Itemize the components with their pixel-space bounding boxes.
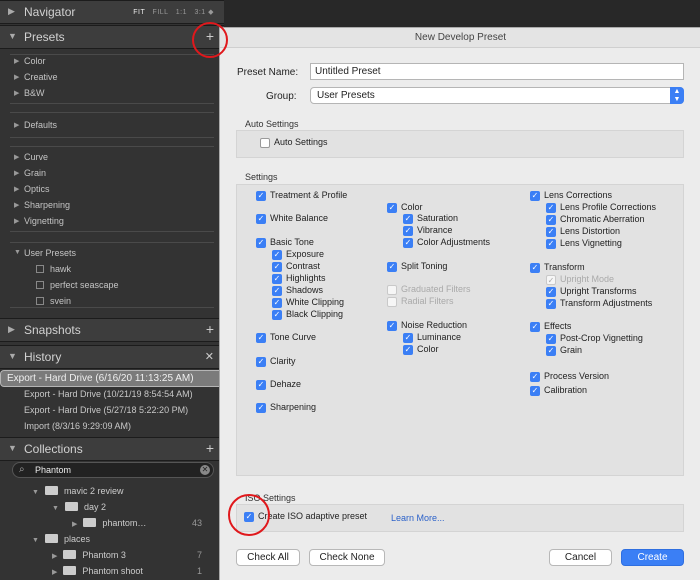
annotation-circle (192, 22, 228, 58)
collection-icon (83, 518, 97, 527)
collection-set-icon (44, 534, 58, 543)
navigator-header[interactable]: ▶ Navigator FIT FILL 1:1 3:1 ◆ (0, 0, 224, 24)
search-icon: ⌕ (19, 464, 25, 475)
chevron-updown-icon: ▲ ▼ (670, 87, 684, 104)
zoom-fit[interactable]: FIT (133, 9, 145, 16)
preset-folder-optics[interactable]: ▶ Optics (14, 184, 50, 194)
preset-folder-creative[interactable]: ▶ Creative (14, 72, 58, 82)
collection-set-icon (64, 502, 78, 511)
preset-folder-sharpening[interactable]: ▶ Sharpening (14, 200, 70, 210)
collapse-triangle-icon: ▶ (8, 324, 15, 334)
dialog-title: New Develop Preset (220, 28, 700, 48)
collection-set-icon (44, 486, 58, 495)
group-label: Group: (266, 91, 297, 102)
learn-more-link[interactable]: Learn More... (391, 513, 445, 523)
presets-header[interactable]: ▼ Presets + (0, 25, 224, 49)
history-title: History (24, 350, 62, 364)
collections-header[interactable]: ▼ Collections + (0, 437, 224, 461)
preset-folder-grain[interactable]: ▶ Grain (14, 168, 46, 178)
expand-triangle-icon: ▼ (8, 443, 17, 453)
history-item[interactable]: Export - Hard Drive (6/16/20 11:13:25 AM… (0, 370, 224, 387)
clear-history-icon[interactable]: ✕ (205, 350, 214, 363)
presets-list: ▶ Color ▶ Creative ▶ B&W ▶ Defaults ▶ Curve ▶… (0, 50, 224, 316)
collection-phantom[interactable]: ▶ phantom… 43 (72, 518, 202, 528)
preset-folder-vignetting[interactable]: ▶ Vignetting (14, 216, 64, 226)
preset-icon (36, 265, 44, 273)
collapse-triangle-icon: ▶ (8, 6, 15, 16)
create-button[interactable]: Create (621, 549, 684, 566)
preset-name-label: Preset Name: (237, 67, 299, 78)
group-select[interactable]: User Presets ▲ ▼ (310, 87, 684, 104)
clear-search-icon[interactable]: ✕ (200, 465, 210, 475)
preset-name-input[interactable]: Untitled Preset (310, 63, 684, 80)
zoom-1-1[interactable]: 1:1 (176, 9, 187, 16)
preset-icon (36, 281, 44, 289)
snapshots-title: Snapshots (24, 323, 81, 337)
collections-search-input[interactable]: ⌕ Phantom ✕ (12, 462, 214, 478)
collection-set-mavic-2-review[interactable]: ▼ mavic 2 review (32, 486, 123, 496)
zoom-fill[interactable]: FILL (153, 9, 169, 16)
collection-phantom-shoot[interactable]: ▶ Phantom shoot 1 (52, 566, 202, 576)
collection-set-day-2[interactable]: ▼ day 2 (52, 502, 106, 512)
collections-title: Collections (24, 442, 83, 456)
snapshots-header[interactable]: ▶ Snapshots + (0, 318, 224, 342)
check-all-button[interactable]: Check All (236, 549, 300, 566)
zoom-options: FIT FILL 1:1 3:1 ◆ (128, 8, 214, 16)
cancel-button[interactable]: Cancel (549, 549, 612, 566)
history-item[interactable]: Import (8/3/16 9:29:09 AM) (0, 418, 224, 435)
preset-folder-curve[interactable]: ▶ Curve (14, 152, 48, 162)
preset-folder-user[interactable]: ▼ User Presets (14, 248, 76, 258)
preset-item-hawk[interactable]: hawk (36, 264, 71, 274)
preset-folder-color[interactable]: ▶ Color (14, 56, 46, 66)
zoom-3-1[interactable]: 3:1 ◆ (194, 9, 214, 16)
preset-item-perfect-seascape[interactable]: perfect seascape (36, 280, 119, 290)
collection-icon (63, 550, 77, 559)
preset-icon (36, 297, 44, 305)
new-develop-preset-dialog: New Develop Preset Preset Name: Untitled… (219, 27, 700, 580)
annotation-circle (228, 494, 270, 536)
preset-folder-bw[interactable]: ▶ B&W (14, 88, 45, 98)
preset-folder-defaults[interactable]: ▶ Defaults (14, 120, 57, 130)
collection-set-places[interactable]: ▼ places (32, 534, 90, 544)
navigator-title: Navigator (24, 5, 76, 19)
history-item[interactable]: Export - Hard Drive (5/27/18 5:22:20 PM) (0, 402, 224, 419)
left-panel: ▶ Navigator FIT FILL 1:1 3:1 ◆ ▼ Presets… (0, 0, 224, 580)
collection-phantom-3[interactable]: ▶ Phantom 37 (52, 550, 202, 560)
check-none-button[interactable]: Check None (309, 549, 385, 566)
collection-icon (63, 566, 77, 575)
settings-header: Settings (245, 172, 278, 182)
history-item[interactable]: Export - Hard Drive (10/21/19 8:54:54 AM… (0, 386, 224, 403)
presets-title: Presets (24, 30, 65, 44)
add-snapshot-icon[interactable]: + (206, 321, 214, 337)
history-header[interactable]: ▼ History ✕ (0, 345, 224, 369)
expand-triangle-icon: ▼ (8, 351, 17, 361)
expand-triangle-icon: ▼ (8, 31, 17, 41)
preset-item-svein[interactable]: svein (36, 296, 71, 306)
add-collection-icon[interactable]: + (206, 440, 214, 456)
auto-settings-header: Auto Settings (245, 119, 299, 129)
